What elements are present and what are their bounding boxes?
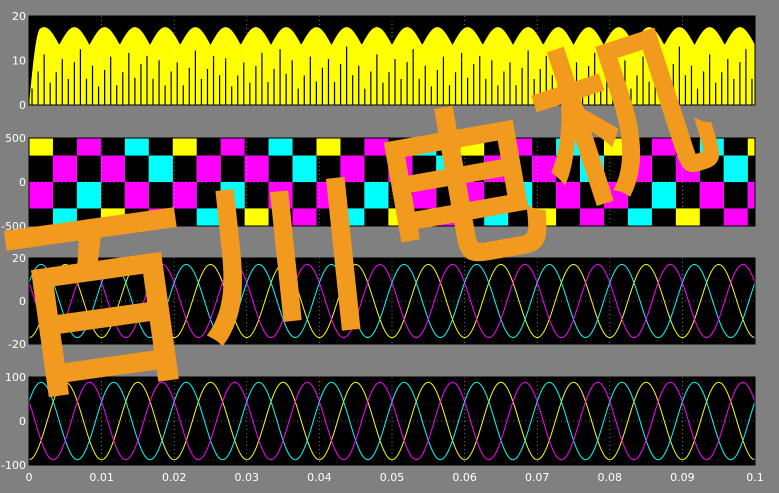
phase-step-2 xyxy=(148,155,173,182)
x-tick-label: 0.09 xyxy=(670,471,695,484)
x-tick-label: 0.05 xyxy=(380,471,405,484)
y-tick-label: -100 xyxy=(1,459,26,472)
x-tick-label: 0.02 xyxy=(162,471,187,484)
y-tick-label: 500 xyxy=(5,132,26,145)
watermark-char: 百 xyxy=(0,181,210,428)
y-tick-label: 0 xyxy=(19,99,26,112)
phase-step-2 xyxy=(124,138,149,156)
y-tick-label: 20 xyxy=(12,10,26,23)
phase-step-1 xyxy=(316,138,341,156)
phase-step-3 xyxy=(723,208,748,226)
x-tick-label: 0.04 xyxy=(307,471,332,484)
watermark-char: 川 xyxy=(189,153,379,370)
phase-step-1 xyxy=(29,138,53,156)
phase-step-3 xyxy=(747,182,755,209)
phase-step-3 xyxy=(100,155,125,182)
x-tick-label: 0 xyxy=(26,471,33,484)
x-tick-label: 0.07 xyxy=(525,471,550,484)
phase-step-3 xyxy=(772,156,779,182)
phase-step-2 xyxy=(268,138,293,156)
phase-step-1 xyxy=(747,138,755,156)
y-tick-label: 10 xyxy=(12,55,26,68)
x-tick-label: 0.08 xyxy=(598,471,623,484)
phase-step-2 xyxy=(772,208,779,234)
y-tick-label: 0 xyxy=(19,176,26,189)
x-tick-label: 0.06 xyxy=(452,471,477,484)
phase-step-3 xyxy=(76,138,101,156)
phase-step-3 xyxy=(220,138,245,156)
phase-step-3 xyxy=(52,155,77,182)
phase-step-1 xyxy=(772,156,779,182)
x-tick-label: 0.01 xyxy=(89,471,114,484)
x-tick-label: 0.03 xyxy=(235,471,260,484)
phase-step-1 xyxy=(172,138,197,156)
scope-figure: 010205000-500200-201000-1000 0.01 0.02 0.03… xyxy=(0,0,779,484)
phase-step-1 xyxy=(675,208,700,226)
x-tick-label: 0.1 xyxy=(746,471,764,484)
